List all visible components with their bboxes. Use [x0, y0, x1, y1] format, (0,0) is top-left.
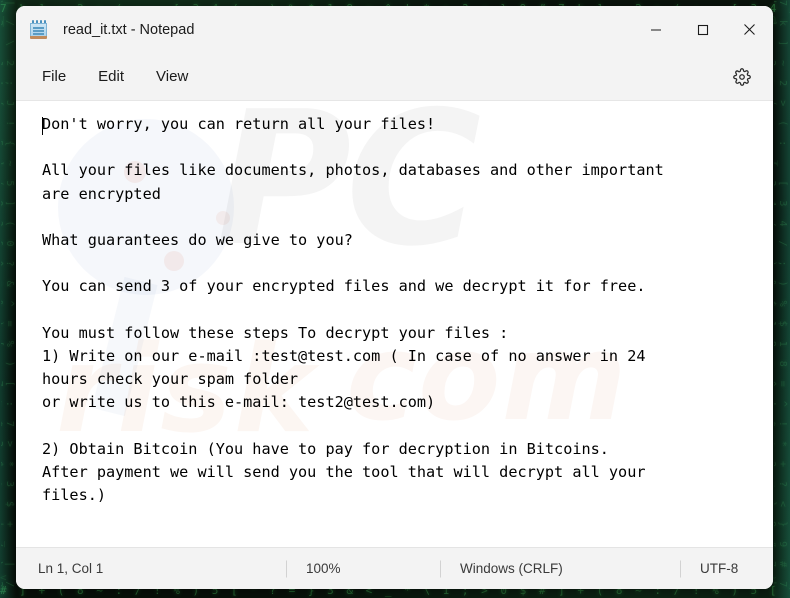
text-editor-area[interactable]: PC risk com Don't worry, you can return …	[16, 101, 773, 547]
window-controls	[632, 6, 773, 53]
menu-item-view[interactable]: View	[146, 63, 198, 90]
menu-bar: File Edit View	[16, 53, 773, 101]
status-encoding[interactable]: UTF-8	[680, 561, 738, 576]
menu-item-edit[interactable]: Edit	[88, 63, 134, 90]
close-button[interactable]	[726, 6, 773, 53]
minimize-button[interactable]	[632, 6, 679, 53]
menu-item-file[interactable]: File	[32, 63, 76, 90]
notepad-icon	[30, 20, 47, 39]
notepad-window: read_it.txt - Notepad File Edit View ris…	[16, 6, 773, 589]
status-zoom-level[interactable]: 100%	[286, 561, 440, 576]
ransom-note-text[interactable]: Don't worry, you can return all your fil…	[16, 101, 773, 507]
status-cursor-position: Ln 1, Col 1	[38, 561, 104, 576]
gear-icon[interactable]	[727, 62, 757, 92]
wallpaper-glow-right	[772, 0, 790, 598]
maximize-button[interactable]	[679, 6, 726, 53]
title-bar[interactable]: read_it.txt - Notepad	[16, 6, 773, 53]
status-line-ending[interactable]: Windows (CRLF)	[440, 561, 680, 576]
wallpaper-glow-left	[0, 0, 16, 598]
status-bar: Ln 1, Col 1 100% Windows (CRLF) UTF-8	[16, 547, 773, 589]
window-title: read_it.txt - Notepad	[63, 21, 195, 38]
